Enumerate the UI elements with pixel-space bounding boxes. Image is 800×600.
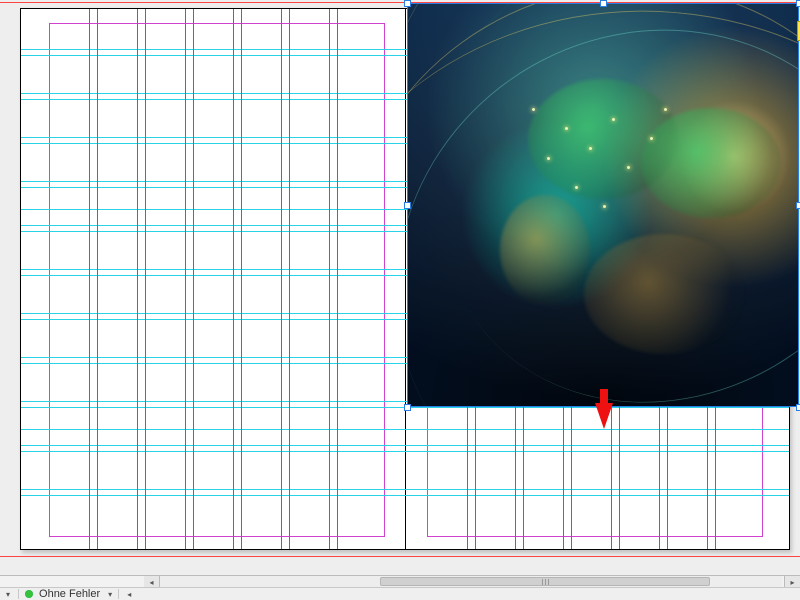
preflight-led-icon (25, 590, 33, 598)
page-spine (405, 9, 406, 549)
status-scroll-left-icon[interactable]: ◂ (125, 590, 133, 599)
margin-left-page (49, 23, 385, 537)
bleed-guide-bottom (0, 556, 800, 557)
horizontal-scrollbar[interactable]: ◂ ▸ (0, 575, 800, 587)
page-spread[interactable] (20, 8, 790, 550)
resize-handle-se[interactable] (796, 404, 800, 411)
resize-handle-sw[interactable] (404, 404, 411, 411)
image-frame[interactable] (407, 3, 799, 407)
resize-handle-s[interactable] (600, 404, 607, 411)
resize-handle-w[interactable] (404, 202, 411, 209)
resize-handle-e[interactable] (796, 202, 800, 209)
document-viewport[interactable] (0, 0, 800, 575)
resize-handle-n[interactable] (600, 0, 607, 7)
status-prev-icon[interactable]: ▾ (4, 590, 12, 599)
scroll-track[interactable] (160, 576, 782, 587)
resize-handle-ne[interactable] (796, 0, 800, 7)
resize-handle-nw[interactable] (404, 0, 411, 7)
preflight-dropdown-icon[interactable]: ▾ (106, 590, 112, 599)
placed-image-earth (407, 3, 799, 407)
scroll-thumb[interactable] (380, 577, 710, 586)
status-bar: ▾ Ohne Fehler ▾ ◂ (0, 587, 800, 600)
preflight-status-label: Ohne Fehler (39, 588, 100, 600)
